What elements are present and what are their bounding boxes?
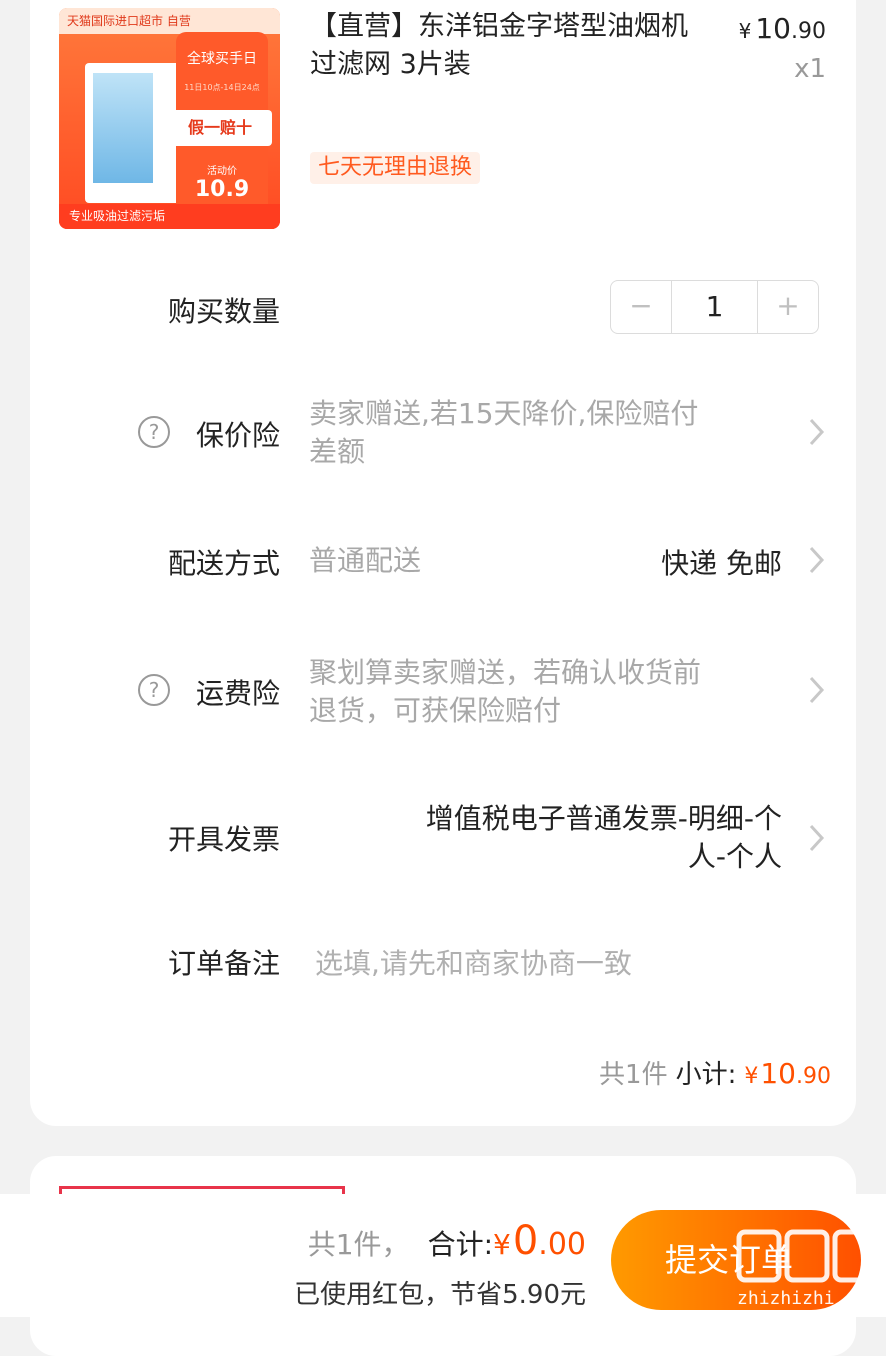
product-title[interactable]: 【直营】东洋铝金字塔型油烟机过滤网 3片装 xyxy=(310,8,710,84)
invoice-value[interactable]: 增值税电子普通发票-明细-个 人-个人 xyxy=(426,800,782,876)
price-decimal: .90 xyxy=(791,19,826,44)
watermark-text: zhizhizhi.com xyxy=(737,1288,878,1309)
price-integer: 10 xyxy=(755,12,791,45)
quantity-value[interactable]: 1 xyxy=(671,281,758,333)
total-label: 合计: xyxy=(427,1228,493,1261)
delivery-value[interactable]: 普通配送 xyxy=(309,542,421,580)
return-policy-tag: 七天无理由退换 xyxy=(310,152,481,184)
package-art xyxy=(93,73,153,183)
promo-price: 10.9 xyxy=(194,177,250,202)
quantity-stepper[interactable]: − 1 + xyxy=(610,280,819,334)
quantity-label: 购买数量 xyxy=(167,295,280,328)
total-amount: ¥0.00 xyxy=(493,1218,586,1264)
promo-guarantee-tag: 假一赔十 xyxy=(168,110,272,146)
thumbnail-top-banner: 天猫国际进口超市 自营 xyxy=(59,8,280,34)
total-decimal: .00 xyxy=(538,1227,586,1262)
invoice-line-2: 人-个人 xyxy=(687,840,782,873)
price-protection-value[interactable]: 卖家赠送,若15天降价,保险赔付 差额 xyxy=(309,395,698,471)
invoice-line-1: 增值税电子普通发票-明细-个 xyxy=(425,802,782,835)
shipping-insurance-line-1: 聚划算卖家赠送，若确认收货前 xyxy=(309,656,702,689)
watermark-logo-icon xyxy=(736,1229,878,1283)
subtotal-amount: ¥10.90 xyxy=(744,1057,831,1090)
order-total: 共1件， 合计:¥0.00 xyxy=(308,1218,586,1264)
thumbnail-bottom-text: 专业吸油过滤污垢 xyxy=(59,204,280,229)
chevron-right-icon[interactable] xyxy=(806,412,826,452)
currency-symbol: ¥ xyxy=(493,1228,511,1261)
shipping-insurance-line-2: 退货，可获保险赔付 xyxy=(309,694,562,727)
subtotal: 共1件 小计: ¥10.90 xyxy=(599,1054,831,1091)
promo-date: 11日10点-14日24点 xyxy=(184,83,260,92)
promo-price-label: 活动价 xyxy=(207,166,237,177)
quantity-badge: x1 xyxy=(794,54,826,84)
order-note-label: 订单备注 xyxy=(167,947,280,980)
promo-title: 全球买手日 xyxy=(187,51,257,67)
product-thumbnail[interactable]: 天猫国际进口超市 自营 全球买手日 11日10点-14日24点 假一赔十 活动价… xyxy=(59,8,280,229)
price-protection-line-2: 差额 xyxy=(309,435,366,468)
chevron-right-icon[interactable] xyxy=(806,540,826,580)
shipping-insurance-value[interactable]: 聚划算卖家赠送，若确认收货前 退货，可获保险赔付 xyxy=(309,654,701,730)
decrease-button[interactable]: − xyxy=(611,281,672,333)
red-packet-savings: 已使用红包，节省5.90元 xyxy=(294,1280,586,1310)
site-watermark: zhizhizhi.com xyxy=(735,1226,880,1316)
price-protection-line-1: 卖家赠送,若15天降价,保险赔付 xyxy=(309,397,699,430)
total-count: 共1件， xyxy=(307,1228,410,1261)
currency-symbol: ¥ xyxy=(744,1064,759,1089)
order-note-input[interactable]: 选填,请先和商家协商一致 xyxy=(315,942,632,982)
delivery-detail[interactable]: 快递 免邮 xyxy=(661,542,782,582)
chevron-right-icon[interactable] xyxy=(806,670,826,710)
price-protection-label: 保价险 xyxy=(195,419,280,452)
subtotal-integer: 10 xyxy=(760,1057,796,1090)
currency-symbol: ¥ xyxy=(738,19,752,43)
chevron-right-icon[interactable] xyxy=(806,818,826,858)
delivery-label: 配送方式 xyxy=(167,547,280,580)
product-price: ¥10.90 xyxy=(739,12,826,45)
shipping-insurance-label: 运费险 xyxy=(195,677,280,710)
promo-panel: 全球买手日 11日10点-14日24点 假一赔十 活动价 10.9 xyxy=(168,32,272,222)
subtotal-label: 小计: xyxy=(675,1060,737,1090)
increase-button[interactable]: + xyxy=(757,281,818,333)
subtotal-decimal: .90 xyxy=(796,1064,831,1089)
invoice-label: 开具发票 xyxy=(167,823,280,856)
total-integer: 0 xyxy=(512,1218,539,1264)
subtotal-count: 共1件 xyxy=(599,1060,668,1090)
